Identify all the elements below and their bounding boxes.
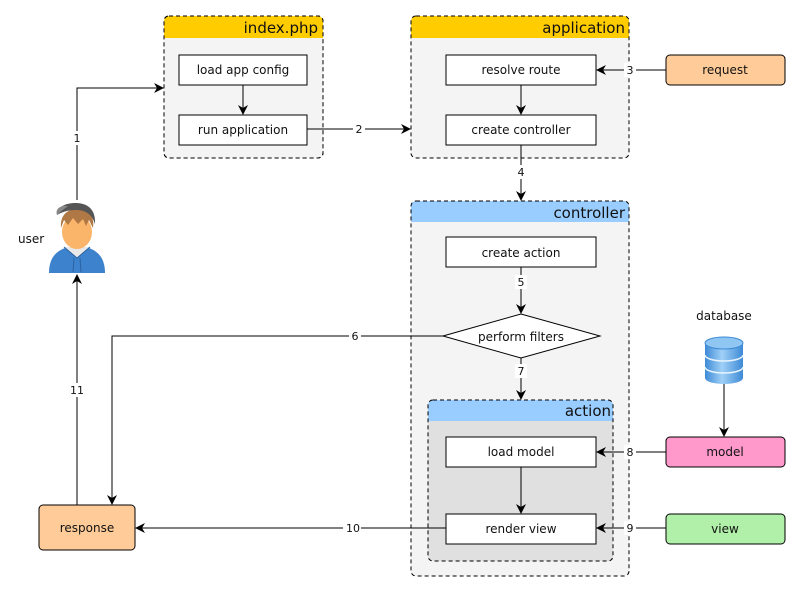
node-request[interactable]: request bbox=[665, 54, 786, 86]
node-view[interactable]: view bbox=[665, 513, 786, 545]
svg-text:4: 4 bbox=[518, 166, 525, 179]
node-model[interactable]: model bbox=[665, 436, 786, 468]
svg-text:view: view bbox=[711, 522, 739, 536]
database-icon bbox=[704, 336, 744, 384]
database-actor[interactable]: database bbox=[696, 309, 752, 384]
node-run-application[interactable]: run application bbox=[178, 114, 308, 146]
svg-text:load model: load model bbox=[488, 445, 555, 459]
svg-text:run application: run application bbox=[198, 123, 288, 137]
svg-text:5: 5 bbox=[518, 276, 525, 289]
node-load-model[interactable]: load model bbox=[445, 436, 597, 468]
edge-1: 1 bbox=[71, 83, 164, 200]
edge-6: 6 bbox=[107, 329, 443, 505]
user-icon bbox=[49, 203, 105, 273]
node-response[interactable]: response bbox=[38, 504, 136, 551]
svg-text:load app config: load app config bbox=[197, 63, 290, 77]
node-resolve-route[interactable]: resolve route bbox=[445, 54, 597, 86]
mvc-request-lifecycle-diagram: index.php application controller action … bbox=[18, 15, 786, 577]
svg-text:perform filters: perform filters bbox=[478, 330, 564, 344]
user-label: user bbox=[18, 232, 44, 246]
svg-text:1: 1 bbox=[74, 132, 81, 145]
node-create-controller[interactable]: create controller bbox=[445, 114, 597, 146]
svg-text:create action: create action bbox=[482, 246, 561, 260]
svg-text:6: 6 bbox=[352, 330, 359, 343]
group-title-action: action bbox=[565, 402, 611, 420]
svg-text:render view: render view bbox=[485, 522, 556, 536]
svg-text:model: model bbox=[706, 445, 743, 459]
group-title-application: application bbox=[542, 19, 625, 37]
svg-text:7: 7 bbox=[518, 365, 525, 378]
svg-text:2: 2 bbox=[356, 123, 363, 136]
svg-text:response: response bbox=[60, 521, 115, 535]
svg-text:resolve route: resolve route bbox=[482, 63, 561, 77]
user-actor[interactable]: user bbox=[18, 203, 105, 273]
node-create-action[interactable]: create action bbox=[445, 236, 597, 268]
group-title-index-php: index.php bbox=[244, 19, 318, 37]
group-title-controller: controller bbox=[553, 204, 625, 222]
svg-text:11: 11 bbox=[70, 384, 84, 397]
edge-11: 11 bbox=[68, 274, 86, 505]
node-render-view[interactable]: render view bbox=[445, 513, 597, 545]
svg-text:request: request bbox=[702, 63, 748, 77]
node-load-app-config[interactable]: load app config bbox=[178, 54, 308, 86]
svg-text:3: 3 bbox=[627, 64, 634, 77]
database-label: database bbox=[696, 309, 752, 323]
svg-text:10: 10 bbox=[346, 522, 360, 535]
svg-text:9: 9 bbox=[627, 522, 634, 535]
edge-10: 10 bbox=[135, 521, 446, 535]
svg-text:create controller: create controller bbox=[471, 123, 570, 137]
svg-text:8: 8 bbox=[627, 446, 634, 459]
